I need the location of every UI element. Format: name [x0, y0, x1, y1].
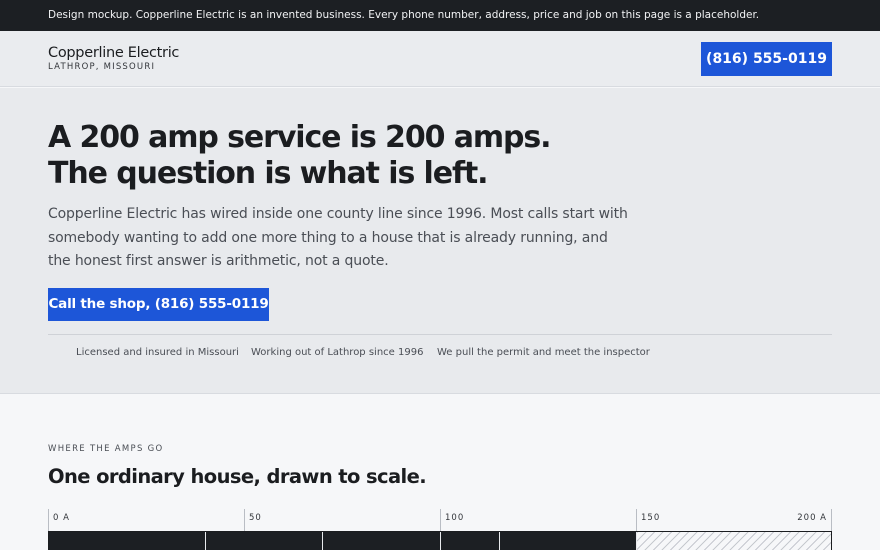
call-shop-button[interactable]: Call the shop, (816) 555-0119: [48, 288, 269, 321]
scale-tick-label: 0 A: [53, 513, 70, 523]
site-header: Copperline Electric LATHROP, MISSOURI (8…: [0, 31, 880, 87]
load-segment: [206, 532, 323, 550]
scale-tick: [440, 509, 441, 531]
scale-tick: [636, 509, 637, 531]
scale-tick-label: 200 A: [797, 513, 827, 523]
headline-line-2: The question is what is left.: [48, 156, 489, 191]
spare-capacity: [637, 532, 831, 550]
scale-tick: [48, 509, 49, 531]
load-segment: [500, 532, 637, 550]
trust-item-since: Working out of Lathrop since 1996: [251, 347, 424, 358]
hero-section: A 200 amp service is 200 amps. The quest…: [0, 88, 880, 394]
section-eyebrow: WHERE THE AMPS GO: [48, 444, 164, 454]
hero-lede: Copperline Electric has wired inside one…: [48, 206, 628, 269]
hero-headline: A 200 amp service is 200 amps. The quest…: [48, 120, 552, 192]
trust-item-permit: We pull the permit and meet the inspecto…: [437, 347, 650, 358]
load-segment: [441, 532, 500, 550]
header-phone-button[interactable]: (816) 555-0119: [701, 42, 832, 76]
brand-location: LATHROP, MISSOURI: [48, 62, 156, 72]
brand-name[interactable]: Copperline Electric: [48, 45, 179, 61]
scale-tick-label: 100: [445, 513, 465, 523]
amp-bar: [48, 531, 832, 550]
amp-scale: 0 A 50 100 150 200 A: [48, 509, 832, 550]
load-segment: [323, 532, 441, 550]
headline-line-1: A 200 amp service is 200 amps.: [48, 120, 552, 155]
scale-tick: [831, 509, 832, 531]
amps-section: WHERE THE AMPS GO One ordinary house, dr…: [0, 395, 880, 550]
trust-item-licensed: Licensed and insured in Missouri: [76, 347, 239, 358]
scale-tick-label: 50: [249, 513, 262, 523]
trust-divider: [48, 334, 832, 335]
load-segment: [49, 532, 206, 550]
section-title: One ordinary house, drawn to scale.: [48, 465, 427, 488]
scale-tick: [244, 509, 245, 531]
mockup-notice-bar: Design mockup. Copperline Electric is an…: [0, 0, 880, 31]
scale-tick-label: 150: [641, 513, 661, 523]
